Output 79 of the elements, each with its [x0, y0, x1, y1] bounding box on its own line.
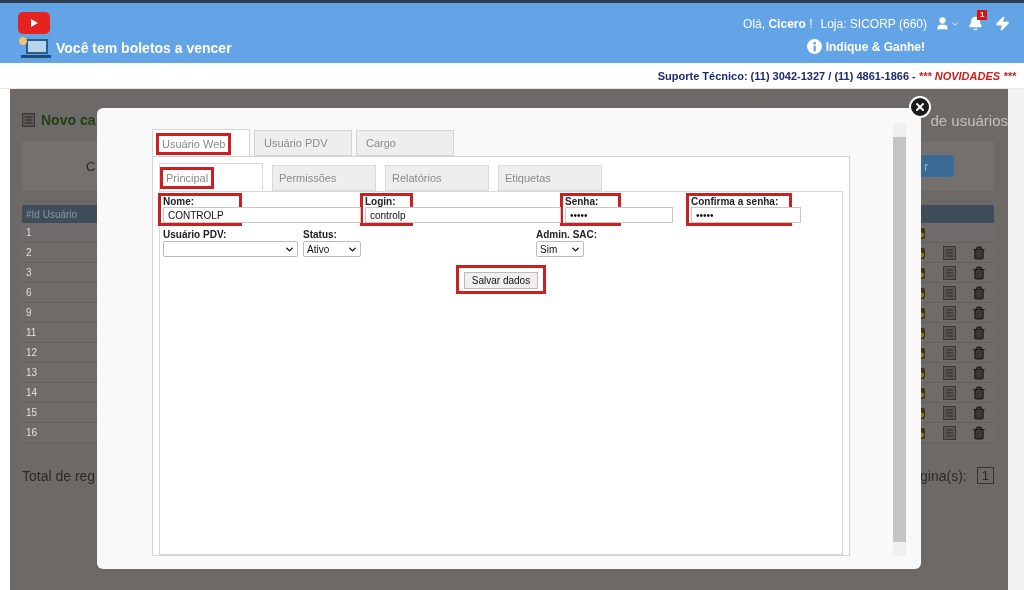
- list-icon[interactable]: [22, 113, 35, 127]
- list-icon[interactable]: [942, 425, 956, 440]
- list-icon[interactable]: [942, 385, 956, 400]
- trash-icon[interactable]: [972, 385, 986, 400]
- table-cell-text: 16: [25, 427, 39, 438]
- total-records: Total de reg: [22, 467, 96, 484]
- select-field[interactable]: Ativo: [303, 241, 361, 257]
- page-number[interactable]: 1: [976, 467, 994, 484]
- table-cell-text: 9: [25, 307, 33, 318]
- field-label: Login:: [365, 196, 396, 207]
- list-icon[interactable]: [942, 245, 956, 260]
- greeting-text: Olá, Cicero !: [743, 16, 813, 31]
- table-cell-text: 1: [25, 227, 33, 238]
- table-cell-text: 2: [25, 247, 33, 258]
- trash-icon[interactable]: [972, 345, 986, 360]
- tab[interactable]: Cargo: [356, 130, 454, 156]
- field-label: Usuário PDV:: [163, 229, 228, 240]
- table-cell-text: 6: [25, 287, 33, 298]
- input-field[interactable]: CONTROLP: [163, 207, 361, 223]
- subtab[interactable]: Etiquetas: [498, 165, 602, 191]
- table-cell-text: 14: [25, 387, 39, 398]
- bell-icon[interactable]: [968, 16, 983, 31]
- table-cell-text: 12: [25, 347, 39, 358]
- trash-icon[interactable]: [972, 325, 986, 340]
- list-icon[interactable]: [942, 405, 956, 420]
- pages-label: gina(s):: [920, 467, 967, 484]
- video-play-icon[interactable]: [18, 12, 50, 34]
- subtab[interactable]: Permissões: [272, 165, 376, 191]
- bolt-icon[interactable]: [995, 16, 1010, 31]
- list-icon[interactable]: [942, 345, 956, 360]
- notification-badge: 1: [977, 10, 988, 20]
- info-icon: [806, 39, 822, 54]
- table-cell-text: 13: [25, 367, 39, 378]
- input-field[interactable]: •••••: [565, 207, 673, 223]
- search-button[interactable]: r: [920, 155, 954, 177]
- trash-icon[interactable]: [972, 365, 986, 380]
- field-label: Senha:: [565, 196, 599, 207]
- subtab[interactable]: Principal: [159, 163, 263, 192]
- list-icon[interactable]: [942, 325, 956, 340]
- table-cell-text: 3: [25, 267, 33, 278]
- input-field[interactable]: •••••: [691, 207, 801, 223]
- table-cell-text: 15: [25, 407, 39, 418]
- field-label: Status:: [303, 229, 338, 240]
- boleto-notice[interactable]: Você tem boletos a vencer: [56, 40, 232, 56]
- table-cell-text: 11: [25, 327, 38, 338]
- page-title: Novo ca: [41, 112, 96, 128]
- trash-icon[interactable]: [972, 245, 986, 260]
- list-icon[interactable]: [942, 365, 956, 380]
- list-icon[interactable]: [942, 305, 956, 320]
- subtab[interactable]: Relatórios: [385, 165, 489, 191]
- trash-icon[interactable]: [972, 425, 986, 440]
- input-field[interactable]: controlp: [365, 207, 561, 223]
- select-field[interactable]: Sim: [536, 241, 584, 257]
- column-header: #Id Usuário: [26, 208, 78, 220]
- list-icon[interactable]: [942, 285, 956, 300]
- store-text: Loja: SICORP (660): [820, 16, 927, 31]
- filter-label: C: [86, 158, 96, 174]
- trash-icon[interactable]: [972, 265, 986, 280]
- field-label: Admin. SAC:: [536, 229, 599, 240]
- page-scrollbar[interactable]: [1008, 89, 1024, 590]
- field-label: Confirma a senha:: [691, 196, 779, 207]
- list-icon[interactable]: [942, 265, 956, 280]
- close-button[interactable]: [909, 96, 931, 118]
- page-subtitle: de usuários: [930, 111, 1008, 129]
- trash-icon[interactable]: [972, 305, 986, 320]
- save-button[interactable]: Salvar dados: [463, 272, 539, 289]
- tab[interactable]: Usuário PDV: [254, 130, 352, 156]
- news-link[interactable]: *** NOVIDADES ***: [918, 69, 1016, 82]
- select-field[interactable]: [163, 241, 298, 257]
- tab[interactable]: Usuário Web: [152, 129, 250, 157]
- referral-link[interactable]: Indique & Ganhe!: [825, 39, 925, 54]
- laptop-icon: [18, 36, 52, 60]
- close-icon: [914, 101, 926, 113]
- trash-icon[interactable]: [972, 405, 986, 420]
- trash-icon[interactable]: [972, 285, 986, 300]
- support-phones: Suporte Técnico: (11) 3042-1327 / (11) 4861-1866 -: [657, 69, 917, 82]
- scrollbar[interactable]: [893, 123, 906, 556]
- field-label: Nome:: [163, 196, 195, 207]
- user-menu-icon[interactable]: [935, 16, 960, 31]
